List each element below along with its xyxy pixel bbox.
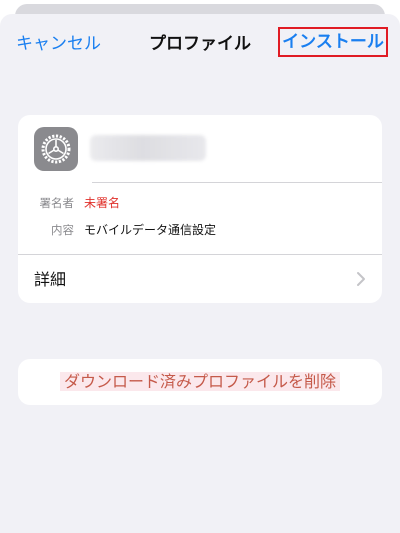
chevron-right-icon — [356, 271, 366, 287]
divider — [92, 182, 382, 183]
signer-label: 署名者 — [39, 196, 75, 210]
navigation-bar: キャンセル プロファイル インストール — [0, 14, 400, 74]
content-value: モバイルデータ通信設定 — [84, 223, 217, 237]
profile-sheet: キャンセル プロファイル インストール 署名者 未署名 内容 モバイルデータ通信… — [0, 14, 400, 533]
delete-profile-text: ダウンロード済みプロファイルを削除 — [59, 372, 340, 391]
profile-info-card: 署名者 未署名 内容 モバイルデータ通信設定 詳細 — [18, 115, 382, 303]
install-button[interactable]: インストール — [278, 27, 388, 57]
details-label: 詳細 — [34, 270, 67, 289]
profile-name-redacted — [90, 135, 206, 161]
cancel-button[interactable]: キャンセル — [16, 32, 101, 56]
content-label: 内容 — [51, 223, 74, 237]
details-row[interactable]: 詳細 — [18, 255, 382, 303]
delete-profile-label: ダウンロード済みプロファイルを削除 — [18, 371, 382, 393]
delete-profile-button[interactable]: ダウンロード済みプロファイルを削除 — [18, 359, 382, 405]
signer-value: 未署名 — [84, 196, 121, 210]
settings-gear-icon — [34, 127, 78, 171]
